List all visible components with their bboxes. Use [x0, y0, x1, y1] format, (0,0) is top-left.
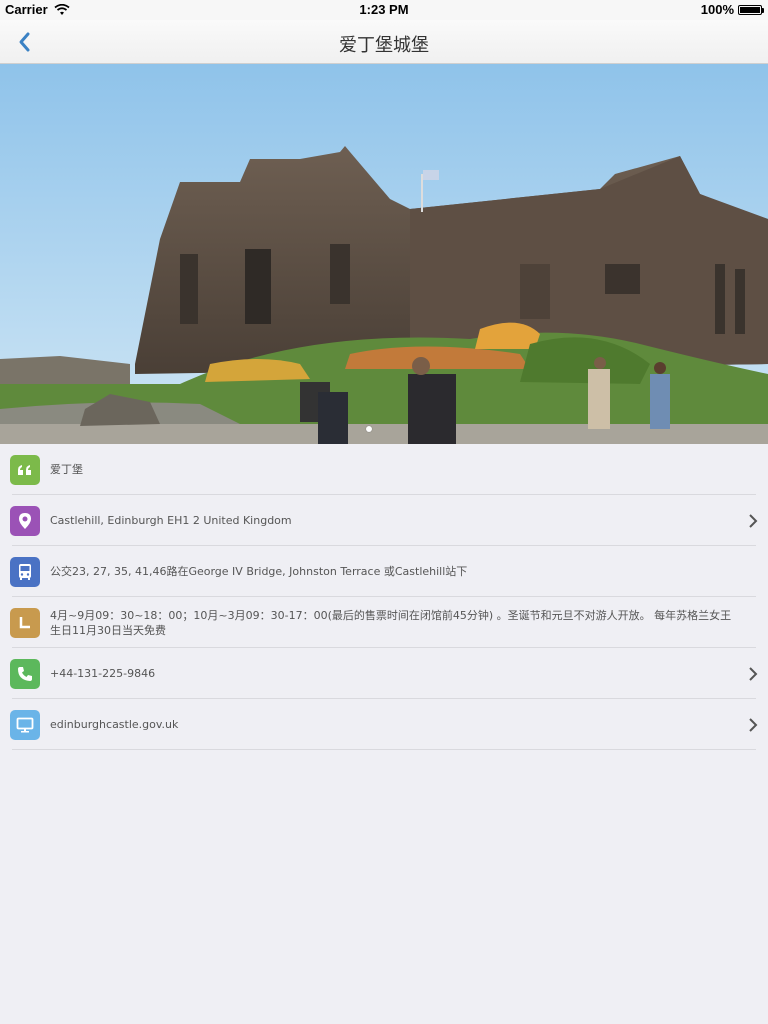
battery-icon — [738, 4, 764, 15]
hero-photo[interactable] — [0, 64, 768, 444]
info-row-transport: 公交23, 27, 35, 41,46路在George IV Bridge, J… — [0, 546, 768, 597]
website-url: edinburghcastle.gov.uk — [50, 718, 179, 731]
attraction-name: 爱丁堡 — [50, 463, 83, 476]
phone-icon — [10, 658, 40, 689]
page-indicator-dot[interactable] — [366, 426, 372, 432]
info-row-name: 爱丁堡 — [0, 444, 768, 495]
monitor-icon — [10, 709, 40, 740]
navigation-bar: 爱丁堡城堡 — [0, 20, 768, 64]
clock-icon — [10, 607, 40, 638]
info-list: 爱丁堡 Castlehill, Edinburgh EH1 2 United K… — [0, 444, 768, 750]
chevron-right-icon — [749, 666, 758, 681]
chevron-right-icon — [749, 717, 758, 732]
transport-text: 公交23, 27, 35, 41,46路在George IV Bridge, J… — [50, 565, 468, 578]
status-time: 1:23 PM — [359, 2, 409, 17]
chevron-right-icon — [749, 513, 758, 528]
page-title: 爱丁堡城堡 — [339, 35, 429, 56]
info-row-website[interactable]: edinburghcastle.gov.uk — [0, 699, 768, 750]
battery-percent: 100% — [700, 2, 734, 17]
opening-hours-text: 4月~9月09：30~18：00；10月~3月09：30-17：00(最后的售票… — [50, 608, 732, 637]
quote-icon — [10, 454, 40, 485]
bus-icon — [10, 556, 40, 587]
location-pin-icon — [10, 505, 40, 536]
info-row-phone[interactable]: +44-131-225-9846 — [0, 648, 768, 699]
phone-number: +44-131-225-9846 — [50, 667, 156, 680]
info-row-address[interactable]: Castlehill, Edinburgh EH1 2 United Kingd… — [0, 495, 768, 546]
address-text: Castlehill, Edinburgh EH1 2 United Kingd… — [50, 514, 292, 527]
status-bar: Carrier 1:23 PM 100% — [0, 0, 768, 20]
info-row-hours: 4月~9月09：30~18：00；10月~3月09：30-17：00(最后的售票… — [0, 597, 768, 648]
castle-photo — [0, 64, 768, 444]
